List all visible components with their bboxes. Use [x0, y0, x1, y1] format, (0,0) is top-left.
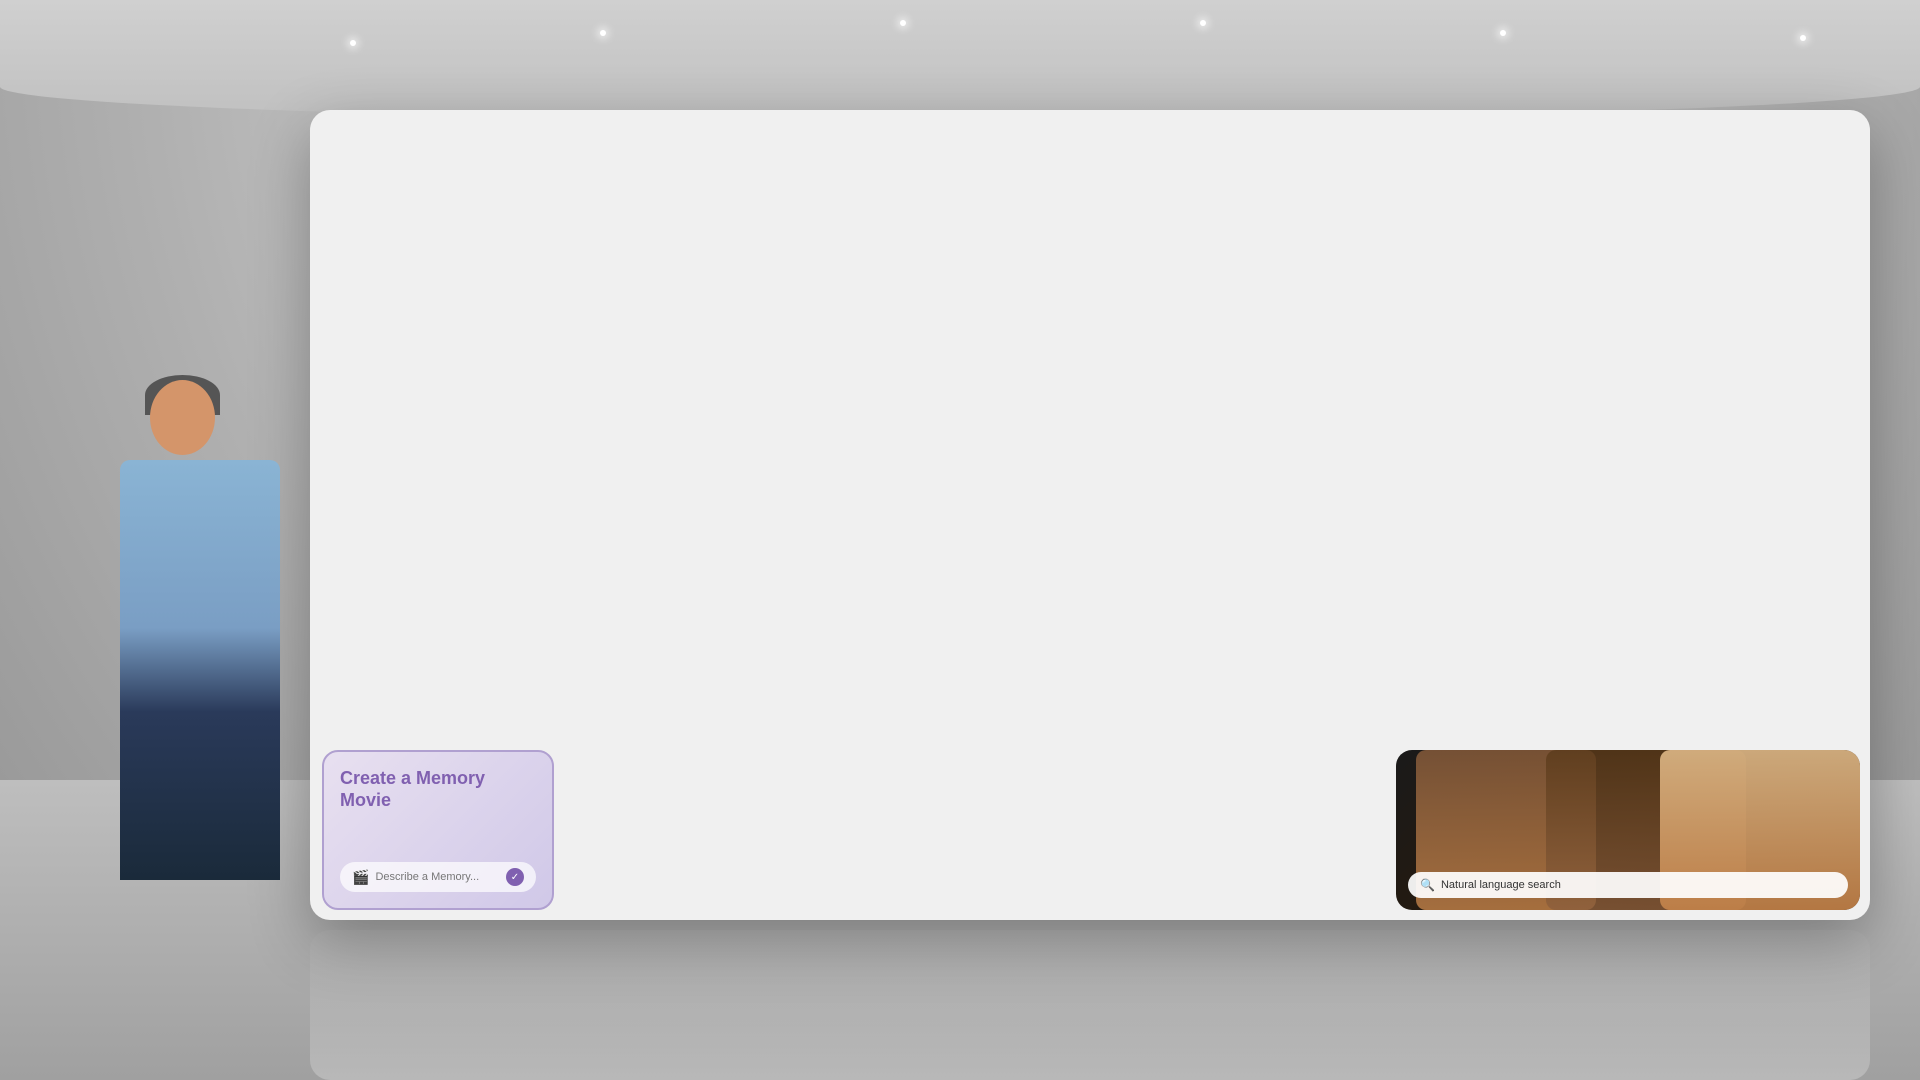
person-head	[150, 380, 215, 455]
ceiling-light-4	[1500, 30, 1506, 36]
presenter	[100, 430, 300, 880]
memory-input-bar[interactable]: 🎬 Describe a Memory... ✓	[340, 862, 536, 892]
search-icon: 🔍	[1420, 878, 1435, 892]
ceiling-light-5	[350, 40, 356, 46]
memory-movie-title: Create a Memory Movie	[340, 768, 536, 811]
reflection-effect	[310, 930, 1870, 1070]
ceiling-light-6	[1800, 35, 1806, 41]
card-create-memory: Create a Memory Movie 🎬 Describe a Memor…	[322, 750, 554, 910]
memory-input-placeholder: Describe a Memory...	[375, 871, 500, 883]
ceiling-light-3	[1200, 20, 1206, 26]
natural-search-text: Natural language search	[1441, 879, 1561, 891]
memory-submit-btn[interactable]: ✓	[506, 868, 524, 886]
natural-search-bar[interactable]: 🔍 Natural language search	[1408, 872, 1848, 898]
person-body	[120, 460, 280, 880]
memory-siri-icon: 🎬	[352, 869, 369, 886]
ceiling-light-1	[600, 30, 606, 36]
ceiling-light-2	[900, 20, 906, 26]
ceiling	[0, 0, 1920, 120]
card-natural-language: 🔍 Natural language search	[1396, 750, 1860, 910]
